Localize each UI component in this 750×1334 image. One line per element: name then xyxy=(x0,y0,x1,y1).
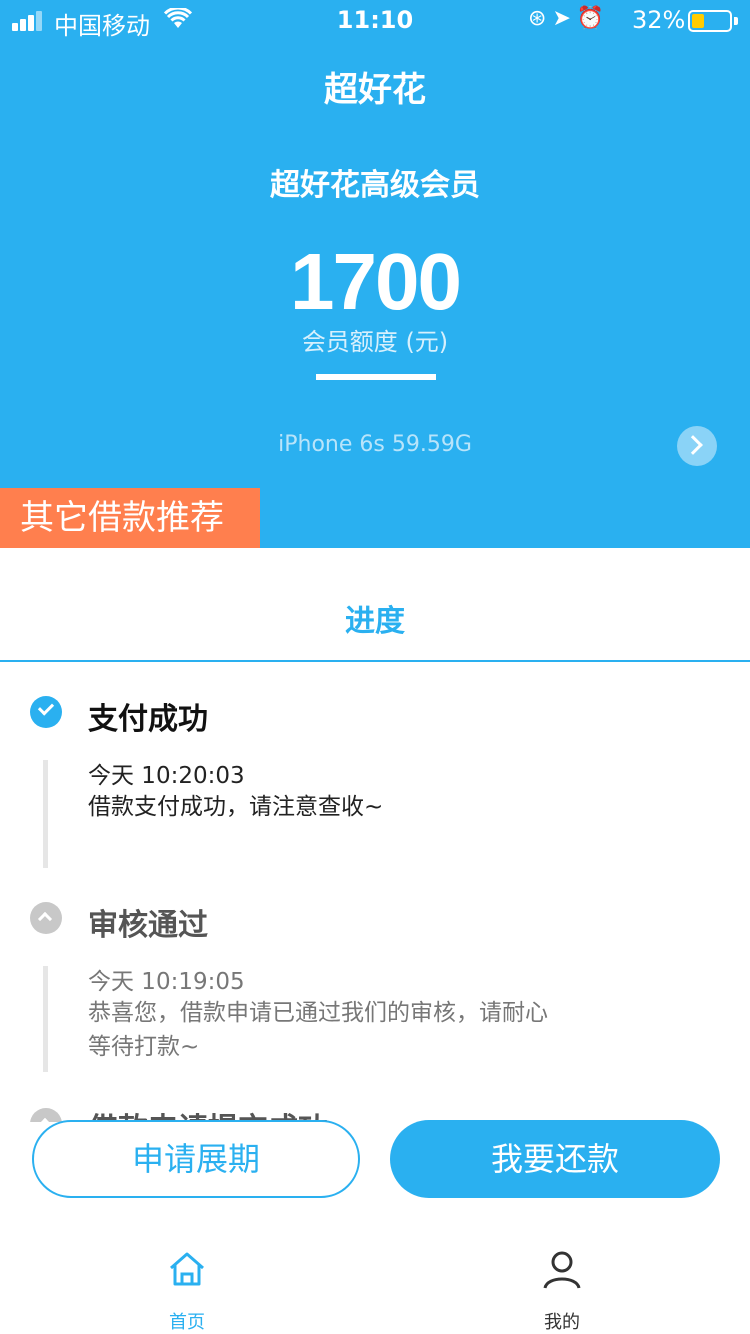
tab-mine[interactable]: 我的 xyxy=(502,1226,622,1334)
battery-icon xyxy=(688,10,732,32)
credit-amount-label: 会员额度 (元) xyxy=(301,328,449,356)
credit-amount: 1700 xyxy=(290,237,462,326)
amount-underline xyxy=(316,374,436,380)
apply-extension-button[interactable]: 申请展期 xyxy=(32,1120,360,1198)
home-icon xyxy=(170,1252,204,1286)
app-title: 超好花 xyxy=(324,70,426,110)
chevron-up-icon xyxy=(30,1108,62,1122)
progress-tab-bar: 进度 xyxy=(0,548,750,662)
status-bar: 中国移动 11:10 ⊛➤⏰ 32% xyxy=(0,0,750,42)
timeline-title: 支付成功 xyxy=(88,702,208,737)
user-icon xyxy=(543,1251,581,1289)
battery-level xyxy=(692,14,704,28)
timeline-time: 今天 10:19:05 xyxy=(88,969,245,995)
timeline-connector xyxy=(43,966,48,1072)
hero-header: 中国移动 11:10 ⊛➤⏰ 32% 超好花 超好花高级会员 1700 会员额度… xyxy=(0,0,750,548)
battery-percent: 32% xyxy=(632,6,686,34)
timeline-connector xyxy=(43,760,48,868)
tab-progress[interactable]: 进度 xyxy=(0,596,750,640)
membership-title: 超好花高级会员 xyxy=(270,168,480,203)
timeline-title: 审核通过 xyxy=(88,908,208,943)
check-icon xyxy=(30,696,62,728)
timeline-description: 恭喜您，借款申请已通过我们的审核，请耐心等待打款~ xyxy=(88,1000,548,1060)
device-info: iPhone 6s 59.59G xyxy=(278,432,472,457)
chevron-right-icon[interactable] xyxy=(677,426,717,466)
bottom-tab-bar: 首页 我的 xyxy=(0,1226,750,1334)
progress-timeline: 支付成功 今天 10:20:03 借款支付成功，请注意查收~ 审核通过 今天 1… xyxy=(0,662,750,1122)
alarm-icon: ⏰ xyxy=(576,6,611,31)
other-loans-banner[interactable]: 其它借款推荐 xyxy=(0,488,260,548)
tab-mine-label: 我的 xyxy=(544,1312,580,1333)
timeline-time: 今天 10:20:03 xyxy=(88,763,245,789)
location-icon: ➤ xyxy=(552,6,577,31)
repay-button[interactable]: 我要还款 xyxy=(390,1120,720,1198)
tab-home-label: 首页 xyxy=(169,1312,205,1333)
tab-home[interactable]: 首页 xyxy=(127,1226,247,1334)
chevron-up-icon xyxy=(30,902,62,934)
timeline-description: 借款支付成功，请注意查收~ xyxy=(88,794,384,820)
rotation-lock-icon: ⊛ xyxy=(528,6,553,31)
